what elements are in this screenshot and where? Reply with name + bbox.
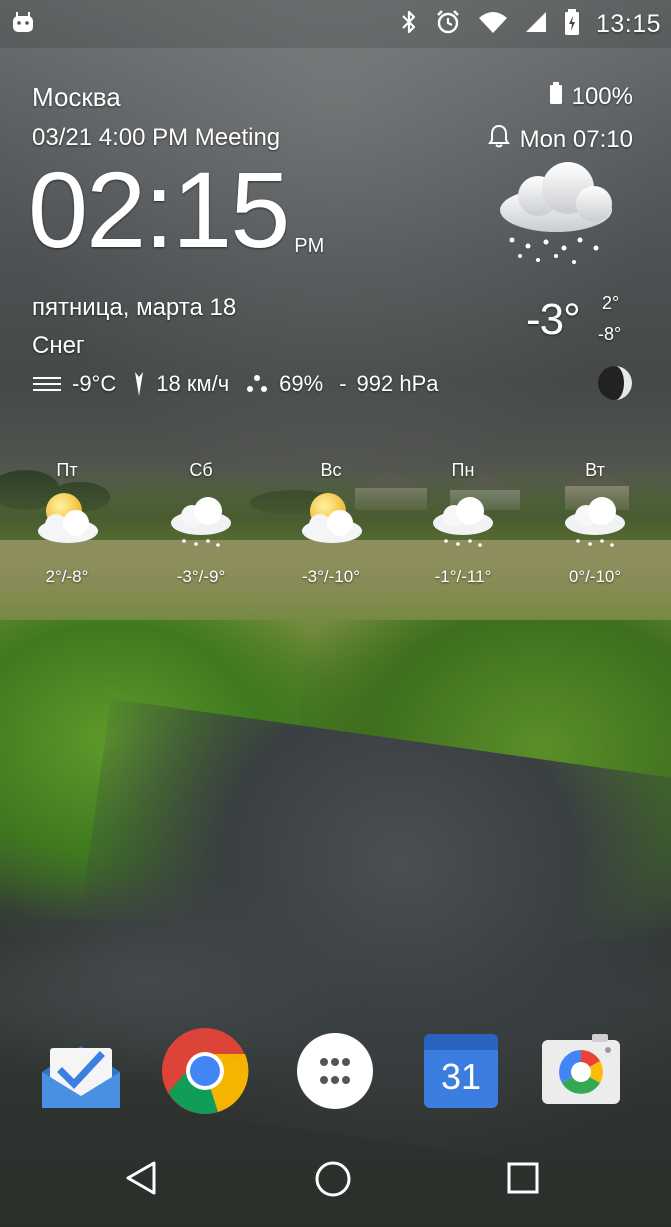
back-icon[interactable] — [124, 1160, 158, 1201]
forecast-day-name: Пт — [56, 460, 78, 480]
city-name[interactable]: Москва — [32, 82, 121, 113]
calendar-day: 31 — [440, 1056, 482, 1097]
sun-cloud-icon — [32, 489, 102, 549]
battery-icon — [549, 82, 562, 111]
home-icon[interactable] — [314, 1160, 352, 1203]
forecast-day-name: Вс — [320, 460, 342, 480]
forecast-temperature: 2°/-8° — [45, 567, 89, 586]
calendar-app-icon[interactable]: 31 — [416, 1026, 506, 1116]
alarm-clock-icon — [434, 8, 462, 41]
temperature-high: 2° — [602, 293, 620, 313]
clock-time: 02:15 — [28, 149, 290, 270]
feels-like-value: -9°C — [72, 371, 117, 396]
wind-value: 18 км/ч — [156, 371, 230, 396]
snow-cloud-icon — [166, 489, 236, 549]
chrome-app-icon[interactable] — [160, 1026, 250, 1116]
forecast-temperature: 0°/-10° — [568, 567, 622, 586]
pressure: - 992 hPa — [339, 371, 438, 397]
cell-signal-icon — [524, 10, 548, 39]
forecast-temperature: -3°/-10° — [301, 567, 360, 586]
battery-percent: 100% — [571, 82, 633, 110]
forecast-row[interactable]: Пт 2°/-8° Сб -3°/-9° Вс -3°/-10° Пн -1°/… — [0, 460, 671, 600]
widget-battery: 100% — [549, 82, 633, 111]
navigation-bar — [0, 1130, 671, 1227]
pressure-value: 992 hPa — [356, 371, 439, 396]
bell-icon — [487, 124, 510, 155]
forecast-day[interactable]: Вс -3°/-10° — [276, 460, 386, 587]
moon-phase-icon — [596, 364, 634, 402]
forecast-day[interactable]: Вт 0°/-10° — [540, 460, 650, 587]
recents-icon[interactable] — [506, 1161, 540, 1200]
snow-cloud-icon — [494, 160, 624, 270]
status-time: 13:15 — [595, 9, 661, 38]
forecast-day-name: Сб — [189, 460, 213, 480]
alarm-time: Mon 07:10 — [519, 125, 633, 153]
wind-direction-icon — [132, 371, 146, 397]
widget-alarm[interactable]: Mon 07:10 — [487, 124, 633, 155]
status-bar: 13:15 — [0, 0, 671, 48]
camera-app-icon[interactable] — [536, 1026, 626, 1116]
wind: 18 км/ч — [132, 371, 229, 397]
temperature-low: -8° — [598, 324, 622, 344]
pressure-icon: - — [339, 371, 347, 396]
forecast-temperature: -3°/-9° — [176, 567, 226, 586]
wind-icon — [32, 374, 62, 394]
weather-condition: Снег — [32, 332, 85, 359]
clock[interactable]: 02:15 PM — [28, 156, 324, 264]
feels-like: -9°C — [32, 371, 116, 397]
inbox-app-icon[interactable] — [36, 1028, 126, 1118]
humidity-value: 69% — [279, 371, 324, 396]
date[interactable]: пятница, марта 18 — [32, 294, 236, 322]
sun-cloud-icon — [296, 489, 366, 549]
forecast-day-name: Пн — [451, 460, 475, 480]
clock-ampm: PM — [294, 235, 325, 257]
current-temperature: -3° — [526, 295, 581, 344]
battery-charging-icon — [564, 8, 580, 41]
wifi-icon — [478, 10, 508, 39]
weather-details: -9°C 18 км/ч 69% - 992 hPa — [32, 371, 455, 397]
humidity: 69% — [245, 371, 323, 397]
forecast-day[interactable]: Сб -3°/-9° — [146, 460, 256, 587]
next-event[interactable]: 03/21 4:00 PM Meeting — [32, 124, 280, 152]
bluetooth-icon — [400, 9, 418, 40]
android-notification-icon — [10, 10, 36, 41]
forecast-day[interactable]: Пн -1°/-11° — [408, 460, 518, 587]
snow-cloud-icon — [560, 489, 630, 549]
forecast-day-name: Вт — [585, 460, 605, 480]
forecast-day[interactable]: Пт 2°/-8° — [12, 460, 122, 587]
forecast-temperature: -1°/-11° — [434, 567, 492, 586]
app-drawer-icon[interactable] — [290, 1026, 380, 1116]
humidity-icon — [245, 373, 269, 395]
snow-cloud-icon — [428, 489, 498, 549]
